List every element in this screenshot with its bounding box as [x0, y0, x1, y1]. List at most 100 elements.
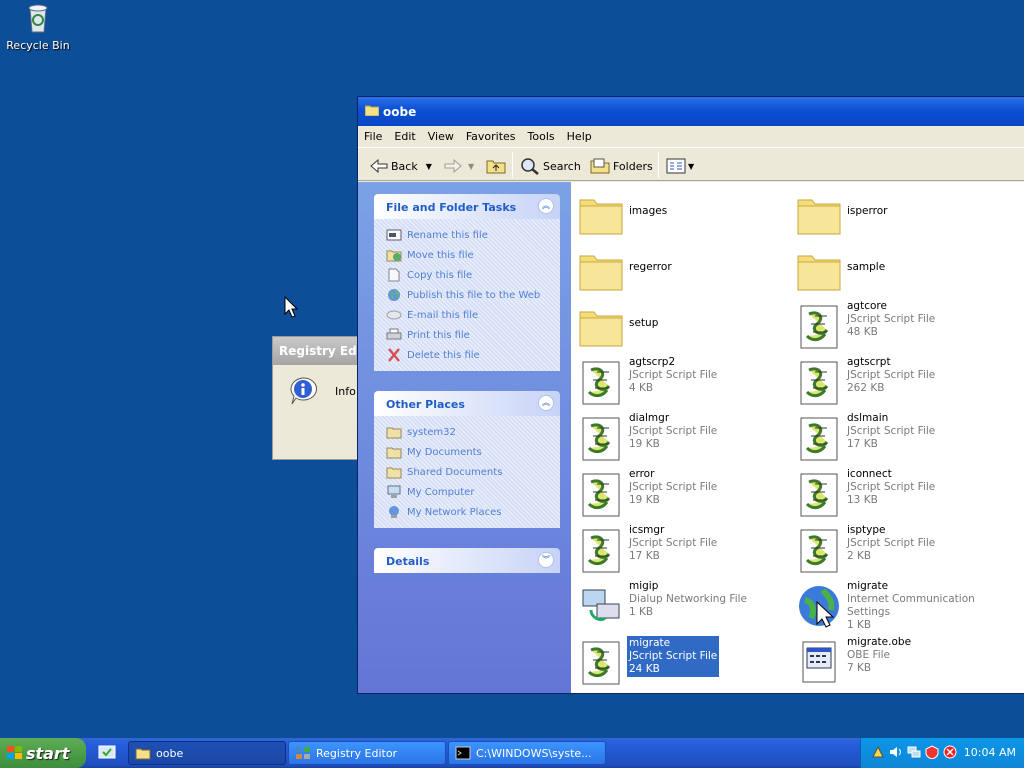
move-icon — [386, 250, 402, 262]
file-item[interactable]: migrate JScript Script File 24 KB — [573, 634, 791, 688]
recycle-bin-icon — [28, 4, 48, 33]
file-text: sample — [847, 261, 885, 274]
search-button[interactable]: Search — [520, 155, 581, 177]
panel-header[interactable]: Other Places ︽ — [374, 391, 560, 416]
folder-icon — [577, 302, 625, 350]
taskbar-button-command-prompt[interactable]: C:\WINDOWS\syste... — [448, 741, 606, 765]
folder-item[interactable]: images — [573, 186, 791, 240]
file-size: 17 KB — [847, 438, 878, 450]
panel-header[interactable]: Details ︾ — [374, 548, 560, 573]
back-dropdown-icon[interactable]: ▼ — [426, 162, 432, 171]
up-folder-button[interactable] — [486, 155, 506, 177]
file-item[interactable]: agtscrp2 JScript Script File 4 KB — [573, 354, 791, 408]
back-button[interactable]: Back ▼ — [370, 155, 432, 177]
taskbar-button-registry-editor[interactable]: Registry Editor — [288, 741, 446, 765]
task-label: Rename this file — [407, 229, 488, 241]
file-text: iconnect JScript Script File 13 KB — [847, 468, 935, 507]
collapse-chevron-icon[interactable]: ︽ — [538, 198, 554, 214]
file-size: 24 KB — [629, 663, 660, 675]
explorer-window[interactable]: oobe File Edit View Favorites Tools Help Back… — [357, 96, 1024, 694]
folders-label: Folders — [613, 159, 653, 173]
folder-item[interactable]: isperror — [791, 186, 1009, 240]
console-icon — [455, 746, 471, 760]
file-item[interactable]: migip Dialup Networking File 1 KB — [573, 578, 791, 632]
network-connection-icon[interactable] — [907, 745, 921, 759]
file-type: Dialup Networking File — [629, 593, 747, 605]
taskbar-button-oobe[interactable]: oobe — [128, 741, 286, 765]
expand-chevron-icon[interactable]: ︾ — [538, 552, 554, 568]
file-size: 262 KB — [847, 382, 885, 394]
place-network[interactable]: My Network Places — [386, 502, 552, 522]
recycle-bin[interactable]: Recycle Bin — [4, 2, 72, 52]
panel-header[interactable]: File and Folder Tasks ︽ — [374, 194, 560, 219]
menu-tools[interactable]: Tools — [522, 126, 561, 147]
folder-item[interactable]: regerror — [573, 242, 791, 296]
show-desktop-button[interactable] — [98, 744, 116, 765]
dialog-message: Info — [335, 385, 356, 398]
file-item[interactable]: dslmain JScript Script File 17 KB — [791, 410, 1009, 464]
task-label: Print this file — [407, 329, 470, 341]
place-system32[interactable]: system32 — [386, 422, 552, 442]
file-name: migrate.obe — [847, 636, 912, 648]
folder-item[interactable]: sample — [791, 242, 1009, 296]
system-tray: 10:04 AM — [860, 738, 1024, 768]
place-shared-documents[interactable]: Shared Documents — [386, 462, 552, 482]
menu-edit[interactable]: Edit — [388, 126, 421, 147]
file-name: sample — [847, 261, 886, 273]
collapse-chevron-icon[interactable]: ︽ — [538, 395, 554, 411]
task-email[interactable]: E-mail this file — [386, 305, 552, 325]
menu-favorites[interactable]: Favorites — [460, 126, 522, 147]
file-type: JScript Script File — [629, 650, 718, 662]
task-rename[interactable]: Rename this file — [386, 225, 552, 245]
file-type: JScript Script File — [847, 537, 936, 549]
task-copy[interactable]: Copy this file — [386, 265, 552, 285]
task-label: Publish this file to the Web — [407, 289, 541, 301]
volume-icon[interactable] — [889, 745, 903, 759]
menu-help[interactable]: Help — [561, 126, 598, 147]
window-titlebar[interactable]: oobe — [358, 97, 1024, 126]
file-name: iconnect — [847, 468, 892, 480]
registry-editor-dialog[interactable]: Registry Edit Info — [272, 336, 362, 460]
file-text: migrate Internet Communication Settings 1 … — [847, 580, 1009, 632]
file-text: agtscrp2 JScript Script File 4 KB — [629, 356, 717, 395]
file-type: JScript Script File — [847, 313, 936, 325]
file-item[interactable]: agtcore JScript Script File 48 KB — [791, 298, 1009, 352]
file-type: JScript Script File — [629, 369, 718, 381]
task-delete[interactable]: Delete this file — [386, 345, 552, 365]
forward-dropdown-icon[interactable]: ▼ — [468, 162, 474, 171]
file-item[interactable]: agtscrpt JScript Script File 262 KB — [791, 354, 1009, 408]
mouse-cursor-icon — [284, 296, 298, 318]
start-button[interactable]: start — [0, 738, 86, 768]
clock[interactable]: 10:04 AM — [964, 746, 1016, 759]
security-icon[interactable] — [925, 745, 939, 759]
registry-icon — [296, 747, 310, 759]
task-move[interactable]: Move this file — [386, 245, 552, 265]
folders-button[interactable]: Folders — [590, 155, 653, 177]
tray-app-icon[interactable] — [871, 745, 885, 759]
file-list: images isperror regerror sample setup agtcore… — [571, 182, 1024, 693]
place-my-documents[interactable]: My Documents — [386, 442, 552, 462]
panel-title: File and Folder Tasks — [386, 201, 517, 214]
menu-file[interactable]: File — [358, 126, 388, 147]
forward-button[interactable]: ▼ — [444, 155, 474, 177]
file-text: isptype JScript Script File 2 KB — [847, 524, 935, 563]
file-item[interactable]: error JScript Script File 19 KB — [573, 466, 791, 520]
menu-view[interactable]: View — [422, 126, 460, 147]
file-item[interactable]: isptype JScript Script File 2 KB — [791, 522, 1009, 576]
folder-icon — [795, 190, 843, 238]
file-item[interactable]: migrate.obe OBE File 7 KB — [791, 634, 1009, 688]
file-item[interactable]: migrate Internet Communication Settings 1 … — [791, 578, 1009, 632]
file-item[interactable]: icsmgr JScript Script File 17 KB — [573, 522, 791, 576]
file-name: migrate — [629, 637, 671, 649]
file-size: 19 KB — [629, 494, 660, 506]
file-item[interactable]: iconnect JScript Script File 13 KB — [791, 466, 1009, 520]
views-button[interactable]: ▼ — [666, 155, 694, 177]
place-my-computer[interactable]: My Computer — [386, 482, 552, 502]
folder-item[interactable]: setup — [573, 298, 791, 352]
file-item[interactable]: dialmgr JScript Script File 19 KB — [573, 410, 791, 464]
email-icon — [386, 310, 402, 320]
task-publish[interactable]: Publish this file to the Web — [386, 285, 552, 305]
alert-icon[interactable] — [943, 745, 957, 759]
folder-icon — [577, 246, 625, 294]
task-print[interactable]: Print this file — [386, 325, 552, 345]
